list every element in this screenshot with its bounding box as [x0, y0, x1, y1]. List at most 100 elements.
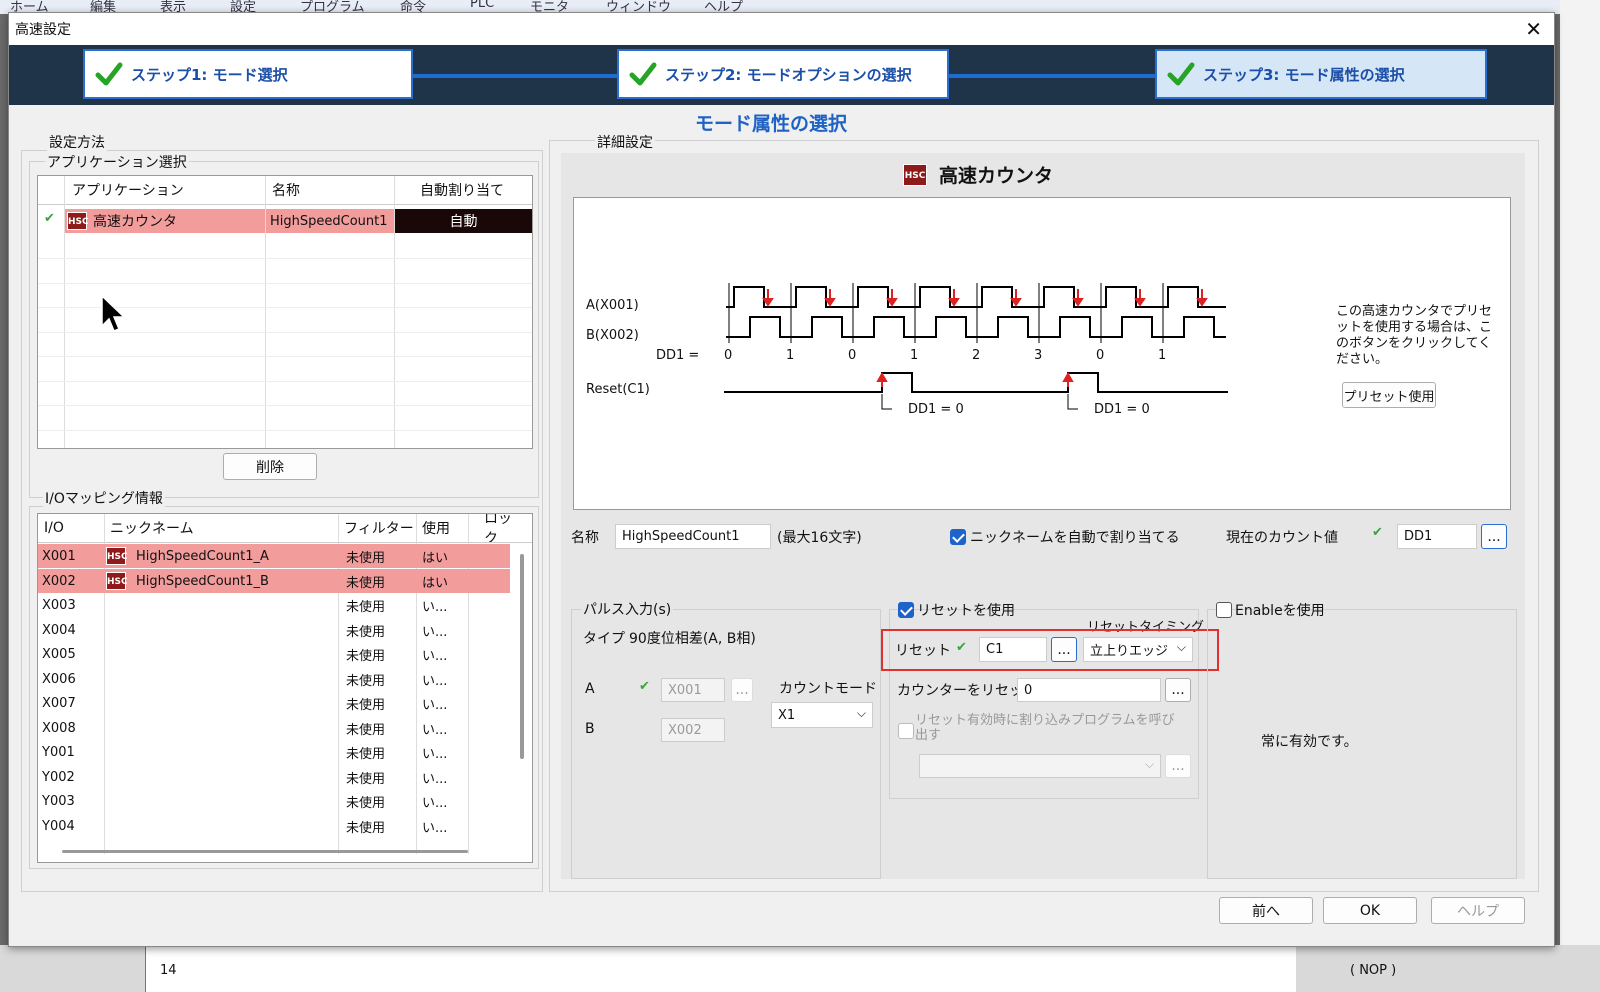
counter-reset-browse-button[interactable]: ... — [1165, 678, 1191, 702]
current-count-browse-button[interactable]: ... — [1481, 524, 1507, 549]
settings-method-legend: 設定方法 — [47, 132, 107, 152]
io-table-row[interactable]: X006 未使用 い... — [38, 667, 510, 691]
detail-settings-legend: 詳細設定 — [595, 132, 655, 152]
auto-cell[interactable]: 自動 — [395, 209, 532, 233]
reset-timing-value: 立上りエッジ — [1090, 644, 1169, 659]
ok-button[interactable]: OK — [1323, 897, 1417, 924]
counter-reset-label: カウンターをリセット — [897, 683, 1037, 699]
chevron-down-icon: ⌵ — [1176, 640, 1186, 654]
io-table-row[interactable]: X003 未使用 い... — [38, 593, 510, 617]
reset-device-browse-button[interactable]: ... — [1051, 637, 1077, 662]
io-table-row[interactable]: Y003 未使用 い... — [38, 789, 510, 813]
wizard-connector-1 — [413, 74, 617, 78]
pulse-input-legend: パルス入力(s) — [581, 599, 674, 619]
count-mode-value: X1 — [778, 707, 796, 723]
dd1-value: 1 — [786, 348, 795, 363]
dd1-value: 3 — [1034, 348, 1043, 363]
delete-button[interactable]: 削除 — [223, 453, 317, 480]
check-icon — [629, 62, 657, 86]
count-mode-label: カウントモード — [779, 681, 877, 697]
dialog-title: 高速設定 — [15, 22, 71, 38]
reset-note-1: DD1 = 0 — [908, 402, 964, 417]
use-enable-checkbox[interactable] — [1216, 602, 1232, 618]
name-input[interactable]: HighSpeedCount1 — [615, 524, 771, 549]
io-cell: Y001 — [42, 744, 75, 760]
io-cell: X007 — [42, 695, 76, 711]
page-heading: モード属性の選択 — [695, 113, 848, 135]
app-selection-legend: アプリケーション選択 — [45, 152, 189, 172]
wizard-step-2[interactable]: ステップ2: モードオプションの選択 — [617, 49, 949, 99]
use-reset-label: リセットを使用 — [917, 603, 1015, 619]
use-cell: い... — [422, 820, 448, 836]
horizontal-scrollbar[interactable] — [62, 850, 468, 853]
col-io: I/O — [44, 520, 64, 536]
io-table-row[interactable]: X001 HSC HighSpeedCount1_A 未使用 はい — [38, 544, 510, 568]
filter-cell: 未使用 — [346, 673, 386, 689]
hsc-icon: HSC — [67, 212, 89, 230]
io-table-row[interactable]: X007 未使用 い... — [38, 691, 510, 715]
col-auto-assign: 自動割り当て — [420, 183, 504, 199]
reset-label: リセット — [895, 643, 951, 659]
io-table-row[interactable]: Y001 未使用 い... — [38, 740, 510, 764]
filter-cell: 未使用 — [346, 697, 386, 713]
hsc-icon: HSC — [903, 163, 927, 186]
io-cell: X003 — [42, 597, 76, 613]
wizard-step-3-label: ステップ3: モード属性の選択 — [1203, 65, 1405, 84]
filter-cell: 未使用 — [346, 722, 386, 738]
preset-button[interactable]: プリセット使用 — [1342, 382, 1436, 408]
io-cell: X006 — [42, 671, 76, 687]
reset-device-input[interactable]: C1 — [979, 637, 1047, 662]
use-cell: い... — [422, 648, 448, 664]
dd1-value: 1 — [910, 348, 919, 363]
io-table-row[interactable]: Y004 未使用 い... — [38, 814, 510, 838]
io-table-row[interactable]: X005 未使用 い... — [38, 642, 510, 666]
io-table-row[interactable]: X008 未使用 い... — [38, 716, 510, 740]
wizard-step-3[interactable]: ステップ3: モード属性の選択 — [1155, 49, 1487, 99]
io-table-row[interactable]: X002 HSC HighSpeedCount1_B 未使用 はい — [38, 569, 510, 593]
dialog-titlebar: 高速設定 ✕ — [9, 13, 1554, 45]
app-table-row[interactable]: ✔ HSC 高速カウンタ HighSpeedCount1 自動 — [38, 209, 532, 233]
check-icon: ✔ — [639, 679, 650, 694]
io-cell: Y004 — [42, 818, 75, 834]
io-mapping-legend: I/Oマッピング情報 — [43, 488, 165, 508]
filter-cell: 未使用 — [346, 648, 386, 664]
nickname-cell: HighSpeedCount1_A — [136, 548, 269, 564]
interrupt-label: リセット有効時に割り込みプログラムを呼び出す — [915, 713, 1175, 743]
auto-nickname-checkbox[interactable] — [950, 529, 966, 545]
io-cell: X005 — [42, 646, 76, 662]
hsc-icon: HSC — [106, 547, 128, 565]
wizard-step-2-label: ステップ2: モードオプションの選択 — [665, 65, 912, 84]
type-label: タイプ — [583, 631, 625, 647]
count-mode-select[interactable]: X1 ⌵ — [771, 702, 873, 728]
reset-timing-select[interactable]: 立上りエッジ ⌵ — [1083, 637, 1193, 662]
filter-cell: 未使用 — [346, 575, 386, 591]
io-cell: X002 — [42, 573, 76, 589]
io-table-row[interactable]: Y002 未使用 い... — [38, 765, 510, 789]
col-name: 名称 — [272, 183, 300, 199]
reset-note-2: DD1 = 0 — [1094, 402, 1150, 417]
dd1-label: DD1 = — [656, 348, 700, 363]
wizard-step-1[interactable]: ステップ1: モード選択 — [83, 49, 413, 99]
wizard-step-1-label: ステップ1: モード選択 — [131, 65, 288, 84]
col-filter: フィルター — [344, 521, 414, 537]
enable-group — [1207, 609, 1517, 879]
interrupt-browse-button: ... — [1165, 754, 1191, 778]
use-reset-checkbox[interactable] — [898, 602, 914, 618]
close-icon[interactable]: ✕ — [1525, 17, 1542, 41]
hsc-icon: HSC — [106, 572, 128, 590]
check-icon: ✔ — [1372, 525, 1383, 540]
previous-button[interactable]: 前へ — [1219, 897, 1313, 924]
interrupt-checkbox — [898, 723, 914, 739]
filter-cell: 未使用 — [346, 795, 386, 811]
current-count-input[interactable]: DD1 — [1397, 524, 1477, 549]
io-cell: X004 — [42, 622, 76, 638]
chevron-down-icon: ⌵ — [1144, 757, 1154, 771]
wizard-steps-bar: ステップ1: モード選択 ステップ2: モードオプションの選択 ステップ3: モ… — [9, 45, 1554, 105]
input-a-field: X001 — [661, 678, 725, 702]
mouse-cursor-icon — [101, 295, 126, 332]
filter-cell: 未使用 — [346, 820, 386, 836]
app-cell: 高速カウンタ — [93, 214, 177, 230]
counter-reset-input[interactable]: 0 — [1017, 678, 1161, 702]
vertical-scrollbar[interactable] — [520, 554, 524, 759]
io-table-row[interactable]: X004 未使用 い... — [38, 618, 510, 642]
